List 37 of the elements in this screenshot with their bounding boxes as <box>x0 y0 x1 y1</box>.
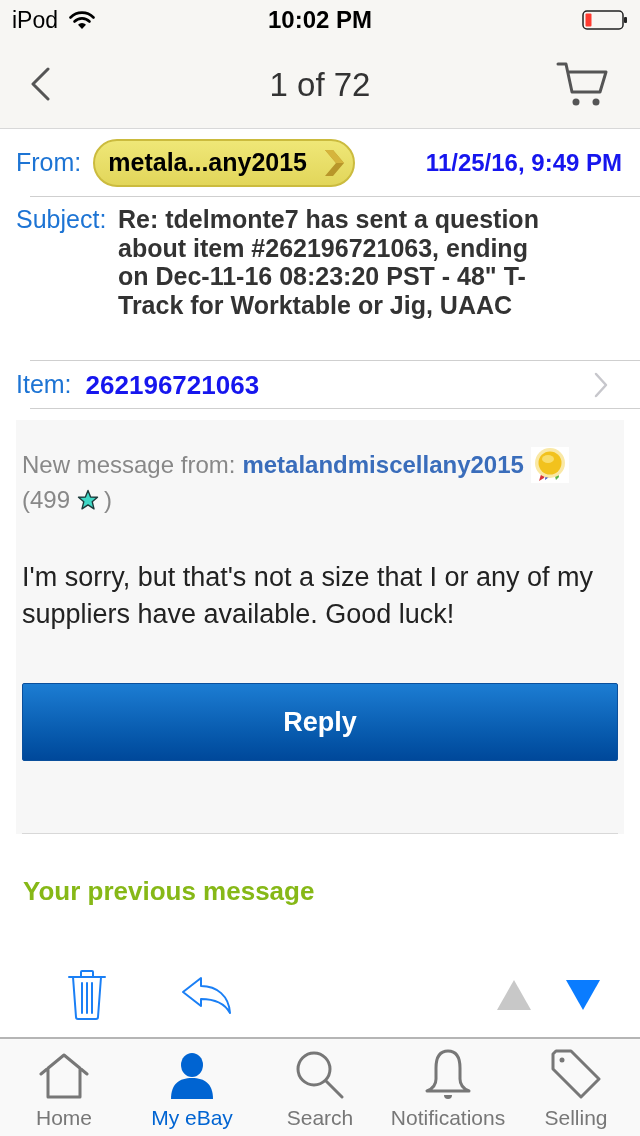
message-counter: 1 of 72 <box>269 67 371 101</box>
feedback-parenthesis: ) <box>104 486 113 514</box>
back-chevron-icon[interactable] <box>30 67 50 101</box>
status-time: 10:02 PM <box>267 8 372 32</box>
house-icon <box>39 1053 89 1099</box>
subject-text: Re: tdelmonte7 has sent a question about item #262196721063, ending on Dec-11-16 08:23:20 PST - 48" T-Track for Worktable or Jig, UAAC <box>118 205 540 319</box>
person-icon <box>171 1053 213 1099</box>
message-intro: New message from: <box>22 451 236 479</box>
cart-icon[interactable] <box>556 61 608 107</box>
username-link[interactable]: metalandmiscellany2015 <box>242 451 524 479</box>
wifi-icon <box>69 10 96 30</box>
item-label: Item: <box>16 372 72 397</box>
chevron-right-icon <box>323 147 346 178</box>
tab-bar-item[interactable]: Notifications <box>384 1039 512 1136</box>
previous-message-heading: Your previous message <box>23 875 315 907</box>
item-number-link[interactable]: 262196721063 <box>85 371 260 398</box>
tag-icon <box>551 1049 601 1099</box>
tab-bar-item[interactable]: Selling <box>512 1039 640 1136</box>
feedback-score: (499 <box>22 486 71 514</box>
star-icon <box>77 489 100 511</box>
battery-icon <box>582 10 628 30</box>
tab-bar-item[interactable]: Search <box>256 1039 384 1136</box>
subject-label: Subject: <box>16 205 108 234</box>
search-icon <box>296 1051 344 1099</box>
down-arrow-icon[interactable] <box>566 979 600 1010</box>
bell-icon <box>425 1049 471 1099</box>
award-medal-icon <box>530 447 569 483</box>
reply-button[interactable]: Reply <box>22 683 618 761</box>
tab-bar-item[interactable]: Home <box>0 1039 128 1136</box>
reply-arrow-icon[interactable] <box>182 975 232 1014</box>
trash-icon[interactable] <box>68 968 106 1021</box>
carrier-name: iPod <box>12 8 59 32</box>
from-label: From: <box>16 150 82 175</box>
sender-button[interactable]: metala...any2015 <box>93 138 356 187</box>
message-date: 11/25/16, 9:49 PM <box>425 150 622 175</box>
message-body: I'm sorry, but that's not a size that I or any of my suppliers have available. Good luck! <box>22 561 595 631</box>
tab-bar-item[interactable]: My eBay <box>128 1039 256 1136</box>
